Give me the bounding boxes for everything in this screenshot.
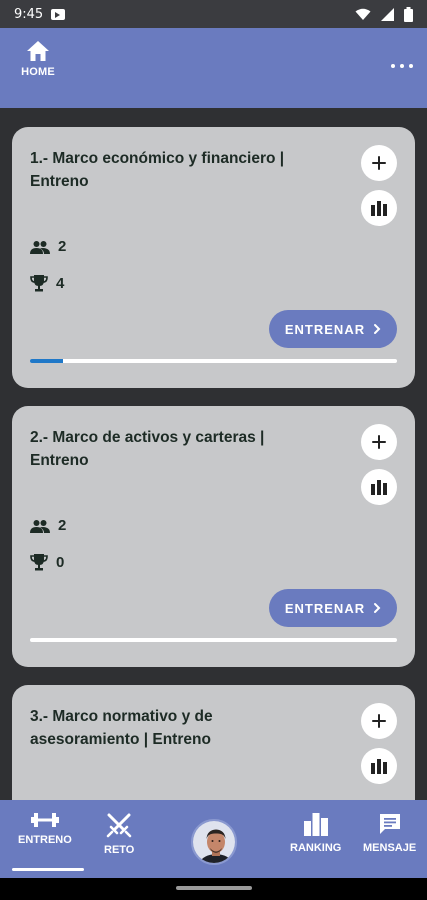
bottom-navigation: ENTRENO RETO RANKING MENSAJE [0,800,427,878]
users-stat: 2 [30,517,66,534]
course-list[interactable]: 1.- Marco económico y financiero | Entre… [0,108,427,800]
notification-icon [51,8,66,20]
nav-label: RETO [104,844,135,856]
users-stat: 2 [30,238,66,255]
course-card: 3.- Marco normativo y de asesoramiento |… [12,685,415,800]
add-button[interactable] [361,424,397,460]
active-tab-indicator [12,868,84,871]
progress-bar [30,359,397,363]
bar-chart-icon [371,201,387,216]
users-count: 2 [58,517,67,534]
crossed-swords-icon [106,813,132,838]
trophy-icon [30,554,48,571]
more-options-button[interactable] [391,58,413,74]
home-gesture-handle[interactable] [176,886,252,890]
progress-fill [30,359,64,363]
add-button[interactable] [361,145,397,181]
add-button[interactable] [361,703,397,739]
users-icon [30,240,50,254]
nav-label: ENTRENO [18,834,72,846]
avatar-photo-icon [193,821,235,863]
train-button-label: ENTRENAR [284,600,366,616]
trophies-count: 0 [56,553,65,571]
system-navigation-bar [0,878,427,900]
plus-icon [372,156,386,170]
train-button-label: ENTRENAR [284,321,366,337]
plus-icon [372,435,386,449]
dumbbell-icon [30,813,59,827]
home-label: HOME [21,66,55,78]
train-button[interactable]: ENTRENAR [269,589,397,627]
chevron-right-icon [374,603,381,613]
train-button[interactable]: ENTRENAR [269,310,397,348]
stats-button[interactable] [361,748,397,784]
nav-label: RANKING [290,842,342,854]
users-count: 2 [58,238,67,255]
nav-entreno[interactable]: ENTRENO [18,812,72,846]
battery-icon [404,6,413,22]
signal-icon [381,7,394,21]
course-title: 2.- Marco de activos y carteras | Entren… [30,429,265,469]
course-title: 1.- Marco económico y financiero | Entre… [30,150,285,190]
dot-icon [409,64,413,68]
wifi-icon [355,8,371,20]
message-icon [379,814,400,834]
status-bar: 9:45 [0,0,427,28]
course-title: 3.- Marco normativo y de asesoramiento |… [30,708,213,748]
nav-mensaje[interactable]: MENSAJE [363,812,416,854]
nav-label: MENSAJE [363,842,417,854]
dot-icon [391,64,395,68]
stats-button[interactable] [361,190,397,226]
plus-icon [372,714,386,728]
nav-ranking[interactable]: RANKING [290,812,341,854]
bar-chart-icon [371,480,387,495]
trophies-stat: 0 [30,553,64,571]
app-header: HOME [0,28,427,108]
users-icon [30,519,50,533]
nav-reto[interactable]: RETO [104,812,134,856]
chevron-right-icon [374,324,381,334]
bar-chart-icon [371,759,387,774]
progress-bar [30,638,397,642]
home-icon [27,41,49,61]
trophy-icon [30,275,48,292]
dot-icon [400,64,404,68]
home-button[interactable]: HOME [18,40,58,78]
trophies-count: 4 [56,274,65,292]
bar-chart-icon [303,813,328,836]
course-card: 1.- Marco económico y financiero | Entre… [12,127,415,388]
stats-button[interactable] [361,469,397,505]
status-time: 9:45 [14,6,44,22]
trophies-stat: 4 [30,274,64,292]
profile-avatar[interactable] [191,819,237,865]
course-card: 2.- Marco de activos y carteras | Entren… [12,406,415,667]
